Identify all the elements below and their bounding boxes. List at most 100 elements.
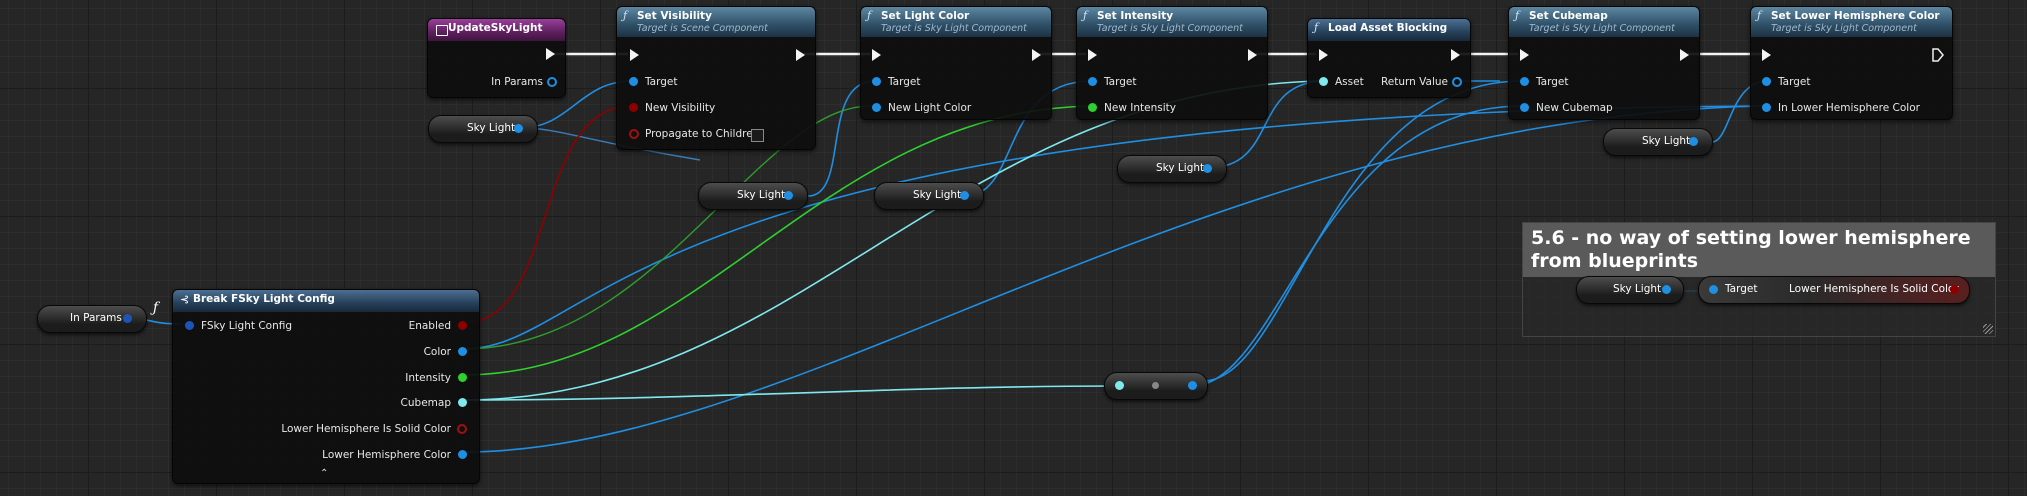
in-params-label: In Params <box>491 76 543 88</box>
asset-label: Asset <box>1335 76 1364 88</box>
config-in-pin[interactable] <box>185 321 194 330</box>
cubemap-wires <box>462 80 1321 401</box>
exec-in-pin[interactable] <box>1520 49 1529 61</box>
reroute-in-pin[interactable] <box>1115 381 1124 390</box>
exec-out-pin[interactable] <box>1680 49 1689 61</box>
target-pin[interactable] <box>1520 77 1529 86</box>
set-light-color-header: ƒ Set Light Color Target is Sky Light Co… <box>861 7 1051 37</box>
new-cubemap-label: New Cubemap <box>1536 102 1613 114</box>
break-config-header: ⊰ Break FSky Light Config <box>173 290 479 312</box>
sky-light-out-pin[interactable] <box>1203 164 1212 173</box>
exec-in-pin[interactable] <box>1319 49 1328 61</box>
sky-light-out-pin[interactable] <box>784 191 793 200</box>
in-lower-hemisphere-color-label: In Lower Hemisphere Color <box>1778 102 1920 114</box>
function-icon: ƒ <box>623 9 628 22</box>
target-pin[interactable] <box>1088 77 1097 86</box>
new-light-color-pin[interactable] <box>872 103 881 112</box>
in-params-out-pin[interactable] <box>123 314 132 323</box>
sky-light-out-pin[interactable] <box>960 191 969 200</box>
resize-handle-icon[interactable] <box>1983 324 1993 334</box>
target-label: Target <box>1104 76 1137 88</box>
reroute-node[interactable] <box>1104 372 1208 400</box>
function-icon: ƒ <box>867 9 872 22</box>
new-visibility-label: New Visibility <box>645 102 716 114</box>
target-label: Target <box>1536 76 1569 88</box>
update-skylight-node[interactable]: UpdateSkyLight In Params <box>427 18 566 98</box>
sky-light-var-2[interactable]: Sky Light <box>698 182 808 210</box>
new-intensity-label: New Intensity <box>1104 102 1176 114</box>
cubemap-label: Cubemap <box>400 397 451 409</box>
sky-light-var-5[interactable]: Sky Light <box>1603 128 1713 156</box>
new-visibility-pin[interactable] <box>629 103 638 112</box>
comment-box[interactable]: 5.6 - no way of setting lower hemisphere… <box>1522 222 1996 337</box>
set-cubemap-node[interactable]: ƒ Set Cubemap Target is Sky Light Compon… <box>1508 6 1700 120</box>
enabled-pin[interactable] <box>458 321 467 330</box>
sky-light-out-pin[interactable] <box>514 124 523 133</box>
exec-out-pin[interactable] <box>546 48 555 60</box>
lower-hemisphere-getter-node[interactable]: Target Lower Hemisphere Is Solid Color <box>1698 276 1970 304</box>
propagate-pin[interactable] <box>629 129 639 139</box>
propagate-checkbox[interactable] <box>751 129 764 142</box>
exec-out-pin[interactable] <box>1248 49 1257 61</box>
set-lower-hemisphere-node[interactable]: ƒ Set Lower Hemisphere Color Target is S… <box>1750 6 1953 120</box>
set-visibility-node[interactable]: ƒ Set Visibility Target is Scene Compone… <box>616 6 816 150</box>
getter-solid-pin[interactable] <box>1950 285 1959 294</box>
return-value-label: Return Value <box>1380 76 1448 88</box>
load-asset-blocking-node[interactable]: ƒ Load Asset Blocking Asset Return Value <box>1307 18 1471 98</box>
sky-light-out-pin[interactable] <box>1662 285 1671 294</box>
in-params-var[interactable]: In Params ƒ <box>37 300 158 333</box>
target-pin[interactable] <box>629 77 638 86</box>
struct-break-icon: ⊰ <box>180 293 190 306</box>
in-params-pin[interactable] <box>547 77 557 87</box>
sky-light-var-3[interactable]: Sky Light <box>874 182 984 210</box>
sky-light-var-comment[interactable]: Sky Light <box>1576 276 1684 304</box>
target-label: Target <box>888 76 921 88</box>
lower-hemisphere-solid-label: Lower Hemisphere Is Solid Color <box>281 423 451 435</box>
intensity-label: Intensity <box>405 372 451 384</box>
set-visibility-header: ƒ Set Visibility Target is Scene Compone… <box>617 7 815 37</box>
event-icon <box>436 25 448 36</box>
config-in-label: FSky Light Config <box>201 320 293 332</box>
set-cubemap-header: ƒ Set Cubemap Target is Sky Light Compon… <box>1509 7 1699 37</box>
target-pin[interactable] <box>1762 77 1771 86</box>
new-cubemap-pin[interactable] <box>1520 103 1529 112</box>
set-light-color-node[interactable]: ƒ Set Light Color Target is Sky Light Co… <box>860 6 1052 120</box>
load-asset-header: ƒ Load Asset Blocking <box>1308 19 1470 41</box>
function-override-icon: ƒ <box>152 300 158 316</box>
getter-target-label: Target <box>1725 283 1758 295</box>
asset-pin[interactable] <box>1319 77 1328 86</box>
update-skylight-header: UpdateSkyLight <box>428 19 565 41</box>
new-intensity-pin[interactable] <box>1088 103 1097 112</box>
function-icon: ƒ <box>1314 21 1319 34</box>
set-intensity-header: ƒ Set Intensity Target is Sky Light Comp… <box>1077 7 1267 37</box>
sky-light-out-pin[interactable] <box>1689 137 1698 146</box>
cubemap-pin[interactable] <box>458 398 467 407</box>
comment-title[interactable]: 5.6 - no way of setting lower hemisphere… <box>1523 223 1995 277</box>
exec-out-pin[interactable] <box>1451 49 1460 61</box>
return-value-pin[interactable] <box>1452 77 1462 87</box>
lower-hemisphere-color-pin[interactable] <box>458 450 467 459</box>
function-icon: ƒ <box>1083 9 1088 22</box>
propagate-label: Propagate to Children <box>645 128 760 140</box>
exec-in-pin[interactable] <box>872 49 881 61</box>
target-pin[interactable] <box>872 77 881 86</box>
exec-in-pin[interactable] <box>1088 49 1097 61</box>
exec-out-pin[interactable] <box>796 49 805 61</box>
break-sky-light-config-node[interactable]: ⊰ Break FSky Light Config FSky Light Con… <box>172 289 480 484</box>
set-lower-hemisphere-header: ƒ Set Lower Hemisphere Color Target is S… <box>1751 7 1952 37</box>
sky-light-var-1[interactable]: Sky Light <box>428 115 538 143</box>
function-icon: ƒ <box>1757 9 1762 22</box>
color-pin[interactable] <box>458 347 467 356</box>
sky-light-var-4[interactable]: Sky Light <box>1117 155 1227 183</box>
target-label: Target <box>645 76 678 88</box>
collapse-arrow-icon[interactable]: ⌃ <box>320 468 328 479</box>
intensity-pin[interactable] <box>458 373 467 382</box>
reroute-out-pin[interactable] <box>1188 381 1197 390</box>
exec-in-pin[interactable] <box>1762 49 1771 61</box>
getter-target-pin[interactable] <box>1709 285 1718 294</box>
lower-hemisphere-solid-pin[interactable] <box>457 424 467 434</box>
exec-out-pin[interactable] <box>1032 49 1041 61</box>
in-lower-hemisphere-color-pin[interactable] <box>1762 103 1771 112</box>
exec-in-pin[interactable] <box>630 49 639 61</box>
set-intensity-node[interactable]: ƒ Set Intensity Target is Sky Light Comp… <box>1076 6 1268 120</box>
